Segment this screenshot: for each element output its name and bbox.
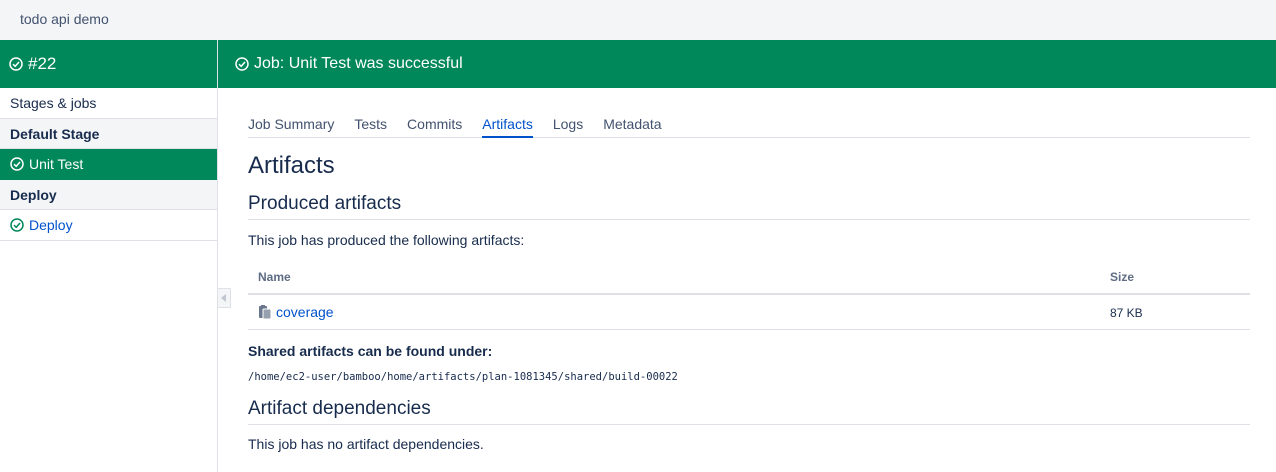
tab-commits[interactable]: Commits	[407, 114, 462, 138]
stage-header-deploy: Deploy	[0, 180, 217, 210]
artifact-name-cell: coverage	[258, 304, 334, 320]
table-row: coverage 87 KB	[248, 295, 1250, 330]
build-header[interactable]: #22	[0, 40, 217, 88]
sidebar-item-label: Deploy	[29, 217, 73, 233]
artifact-dependencies-heading: Artifact dependencies	[248, 398, 1250, 425]
job-status-title: Job: Unit Test was successful	[254, 55, 463, 72]
artifact-icon	[259, 305, 272, 320]
top-bar: todo api demo	[0, 0, 1276, 40]
sidebar: #22 Stages & jobs Default Stage Unit Tes…	[0, 40, 218, 472]
tab-logs[interactable]: Logs	[553, 114, 583, 138]
tab-tests[interactable]: Tests	[354, 114, 387, 138]
stage-name: Deploy	[10, 186, 57, 203]
check-circle-icon	[10, 218, 24, 232]
tab-artifacts[interactable]: Artifacts	[482, 114, 533, 138]
column-header-name: Name	[258, 270, 291, 284]
sidebar-collapse-handle[interactable]	[218, 288, 231, 308]
column-header-size: Size	[1110, 270, 1135, 284]
artifact-size: 87 KB	[1110, 306, 1143, 320]
produced-artifacts-heading: Produced artifacts	[248, 193, 1250, 220]
check-circle-icon	[235, 57, 249, 71]
stage-name: Default Stage	[10, 125, 100, 142]
stage-header-default: Default Stage	[0, 119, 217, 149]
check-circle-icon	[10, 157, 24, 171]
build-number: #22	[28, 54, 57, 73]
produced-artifacts-text: This job has produced the following arti…	[248, 232, 525, 248]
shared-artifacts-label: Shared artifacts can be found under:	[248, 343, 493, 359]
sidebar-item-unit-test[interactable]: Unit Test	[0, 149, 217, 180]
sidebar-item-label: Unit Test	[29, 156, 84, 172]
sidebar-item-deploy[interactable]: Deploy	[0, 210, 217, 241]
tab-metadata[interactable]: Metadata	[603, 114, 661, 138]
shared-artifacts-path: /home/ec2-user/bamboo/home/artifacts/pla…	[248, 371, 678, 383]
page-title: Artifacts	[248, 152, 335, 179]
table-header: Name Size	[248, 260, 1250, 295]
artifacts-table: Name Size coverage 87 KB	[248, 260, 1250, 330]
artifact-link[interactable]: coverage	[276, 304, 334, 320]
sidebar-item-stages-jobs[interactable]: Stages & jobs	[0, 88, 217, 119]
tab-job-summary[interactable]: Job Summary	[248, 114, 334, 138]
artifact-dependencies-text: This job has no artifact dependencies.	[248, 436, 484, 452]
check-circle-icon	[9, 57, 23, 71]
app-title[interactable]: todo api demo	[20, 11, 109, 27]
tab-bar: Job Summary Tests Commits Artifacts Logs…	[248, 114, 1250, 138]
chevron-left-icon	[221, 294, 226, 302]
sidebar-item-label: Stages & jobs	[10, 95, 97, 111]
job-status-header: Job: Unit Test was successful	[218, 40, 1276, 88]
